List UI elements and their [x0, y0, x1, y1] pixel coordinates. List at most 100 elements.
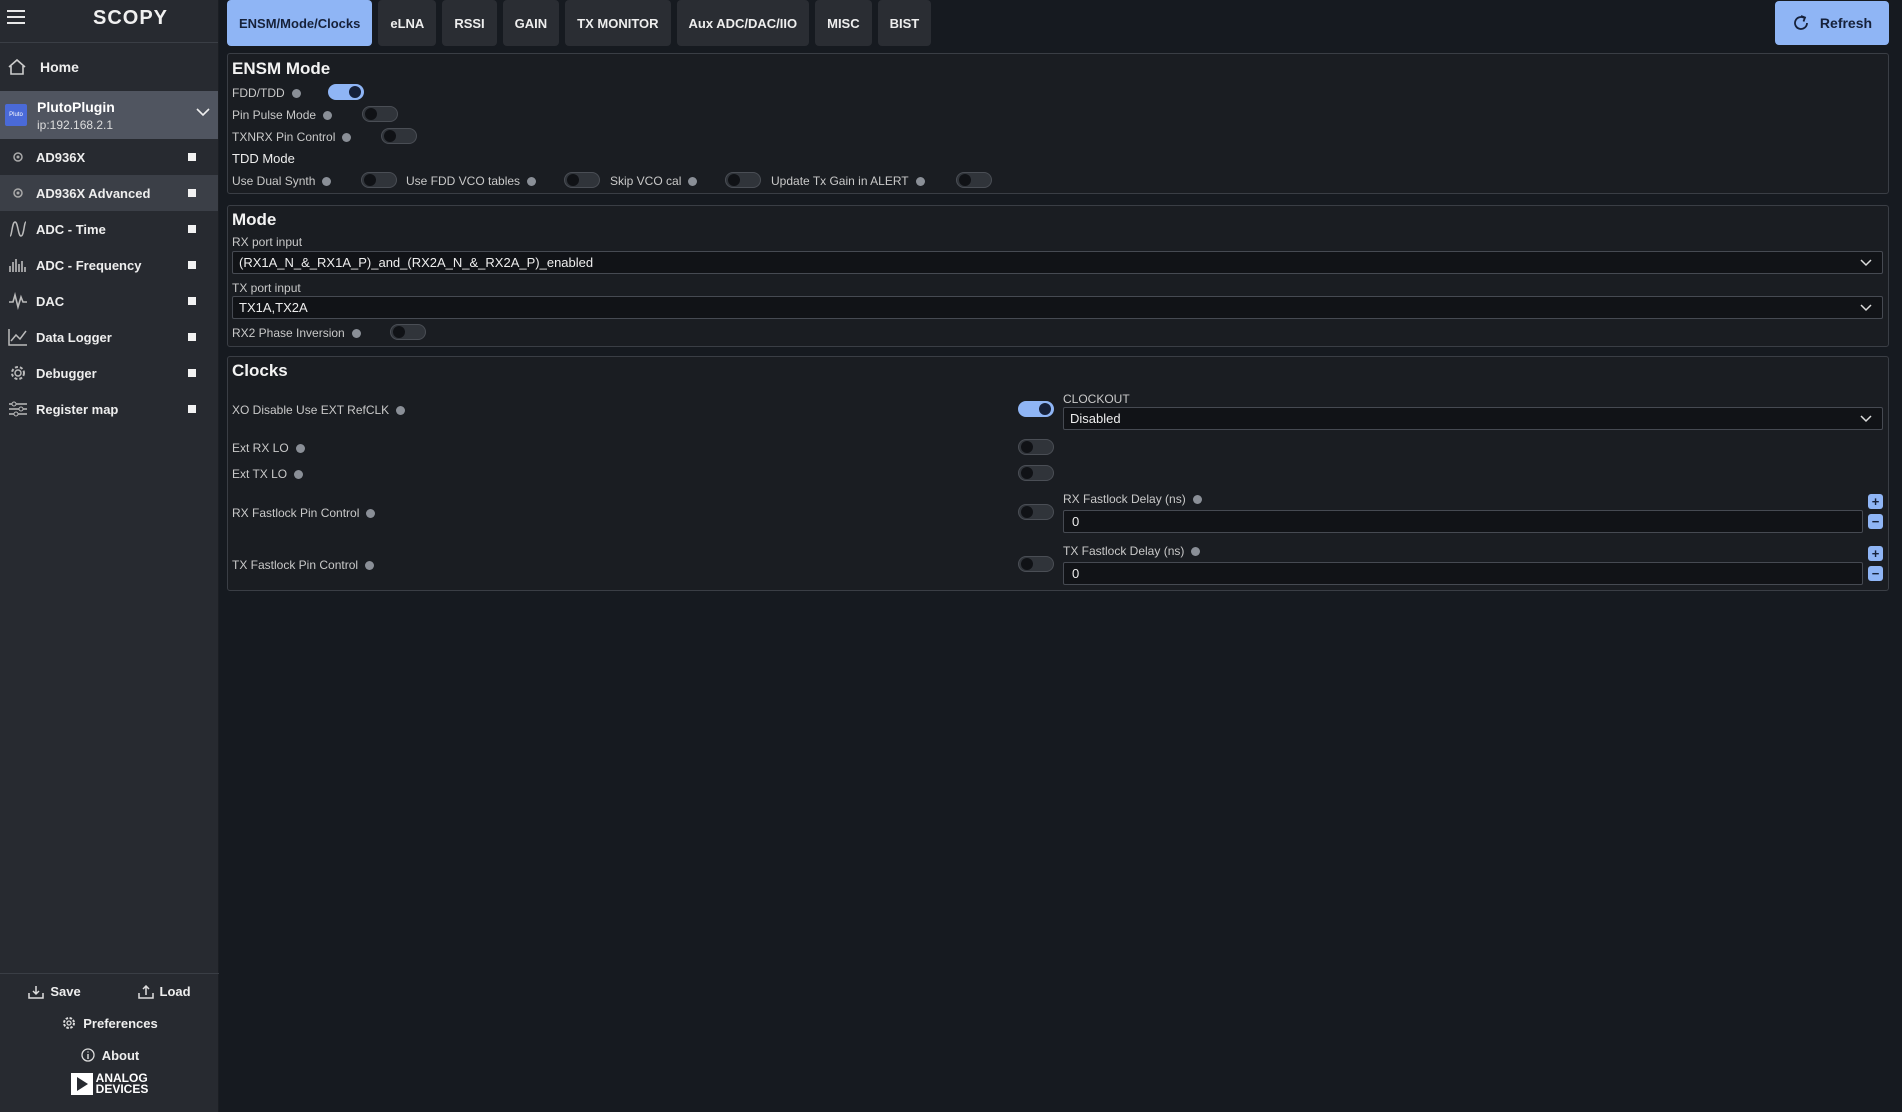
fdd-vco-toggle[interactable]	[564, 172, 600, 188]
chevron-down-icon[interactable]	[196, 107, 210, 117]
rx-port-label: RX port input	[232, 235, 303, 249]
rx-port-value: (RX1A_N_&_RX1A_P)_and_(RX2A_N_&_RX2A_P)_…	[239, 255, 594, 270]
tab-bist[interactable]: BIST	[877, 0, 932, 46]
analog-devices-logo: ANALOG DEVICES	[0, 1072, 219, 1096]
txnrx-toggle[interactable]	[381, 128, 417, 144]
sidebar-item-register-map[interactable]: Register map	[0, 391, 218, 427]
tab-elna[interactable]: eLNA	[378, 0, 437, 46]
gear-icon	[0, 186, 36, 200]
refresh-label: Refresh	[1819, 15, 1873, 31]
rx-fastlock-decrement-button[interactable]: −	[1868, 514, 1883, 529]
load-label: Load	[159, 984, 191, 999]
sidebar-item-label: Home	[40, 59, 79, 75]
sidebar-item-label: DAC	[36, 293, 65, 309]
tx-port-select[interactable]: TX1A,TX2A	[232, 296, 1883, 319]
sidebar-item-adc-time[interactable]: ADC - Time	[0, 211, 218, 247]
tx-port-value: TX1A,TX2A	[239, 300, 308, 315]
sidebar-plugin-pluto[interactable]: Pluto PlutoPlugin ip:192.168.2.1	[0, 91, 218, 139]
sidebar-item-ad936x-advanced[interactable]: AD936X Advanced	[0, 175, 218, 211]
status-square-icon	[188, 369, 196, 377]
app-logo: SCOPY	[93, 7, 169, 29]
sidebar-header: SCOPY	[0, 0, 218, 43]
sidebar-item-debugger[interactable]: Debugger	[0, 355, 218, 391]
update-tx-gain-toggle[interactable]	[956, 172, 992, 188]
chevron-down-icon	[1860, 259, 1872, 267]
info-icon	[295, 443, 305, 453]
rx-fastlock-label: RX Fastlock Pin Control	[232, 506, 376, 520]
tab-misc[interactable]: MISC	[815, 0, 872, 46]
ext-rx-lo-toggle[interactable]	[1018, 439, 1054, 455]
tx-fastlock-label: TX Fastlock Pin Control	[232, 558, 375, 572]
plugin-name: PlutoPlugin	[37, 98, 115, 115]
rx-port-select[interactable]: (RX1A_N_&_RX1A_P)_and_(RX2A_N_&_RX2A_P)_…	[232, 251, 1883, 274]
status-square-icon	[188, 153, 196, 161]
save-label: Save	[50, 984, 81, 999]
clockout-label: CLOCKOUT	[1063, 392, 1130, 406]
sidebar-item-label: AD936X Advanced	[36, 185, 151, 201]
gear-icon	[0, 150, 36, 164]
sidebar-item-dac[interactable]: DAC	[0, 283, 218, 319]
pin-pulse-toggle[interactable]	[362, 106, 398, 122]
company-line-2: DEVICES	[95, 1082, 149, 1096]
xo-disable-toggle[interactable]	[1018, 401, 1054, 417]
tab-rssi[interactable]: RSSI	[442, 0, 497, 46]
skip-vco-toggle[interactable]	[725, 172, 761, 188]
info-icon	[81, 1048, 95, 1062]
rx-fastlock-increment-button[interactable]: +	[1868, 494, 1883, 509]
mode-section: Mode RX port input (RX1A_N_&_RX1A_P)_and…	[227, 205, 1889, 347]
rx2-phase-toggle[interactable]	[390, 324, 426, 340]
tx-fastlock-increment-button[interactable]: +	[1868, 546, 1883, 561]
sidebar-item-label: ADC - Frequency	[36, 257, 142, 273]
info-icon	[351, 328, 361, 338]
info-icon	[527, 176, 537, 186]
sidebar-footer: Save Load Preferences About ANALOG DEVICE…	[0, 973, 219, 1112]
preferences-button[interactable]: Preferences	[61, 1015, 158, 1031]
chevron-down-icon	[1860, 304, 1872, 312]
dual-synth-toggle[interactable]	[361, 172, 397, 188]
signal-icon	[0, 292, 36, 310]
rx-fastlock-toggle[interactable]	[1018, 504, 1054, 520]
clocks-section: Clocks XO Disable Use EXT RefCLK CLOCKOU…	[227, 356, 1889, 591]
ext-tx-lo-label: Ext TX LO	[232, 467, 304, 481]
status-square-icon	[188, 405, 196, 413]
sliders-icon	[0, 400, 36, 418]
status-square-icon	[188, 261, 196, 269]
about-label: About	[101, 1047, 140, 1063]
sidebar: SCOPY Home Pluto PlutoPlugin ip:192.168.…	[0, 0, 219, 1112]
ext-tx-lo-toggle[interactable]	[1018, 465, 1054, 481]
fdd-tdd-toggle[interactable]	[328, 84, 364, 100]
chart-icon	[0, 327, 36, 347]
sidebar-item-home[interactable]: Home	[0, 43, 218, 91]
status-square-icon	[188, 225, 196, 233]
rx2-phase-label: RX2 Phase Inversion	[232, 326, 361, 340]
sidebar-item-adc-frequency[interactable]: ADC - Frequency	[0, 247, 218, 283]
tx-fastlock-decrement-button[interactable]: −	[1868, 566, 1883, 581]
status-square-icon	[188, 297, 196, 305]
fdd-tdd-label: FDD/TDD	[232, 86, 301, 100]
pluto-device-icon: Pluto	[5, 104, 27, 126]
menu-icon[interactable]	[7, 10, 25, 24]
load-button[interactable]: Load	[137, 984, 191, 999]
adi-triangle-icon	[70, 1073, 93, 1095]
tx-fastlock-toggle[interactable]	[1018, 556, 1054, 572]
about-button[interactable]: About	[80, 1047, 140, 1063]
sidebar-item-data-logger[interactable]: Data Logger	[0, 319, 218, 355]
save-button[interactable]: Save	[28, 984, 81, 999]
ext-rx-lo-label: Ext RX LO	[232, 441, 305, 455]
tab-ensm-mode-clocks[interactable]: ENSM/Mode/Clocks	[227, 0, 373, 46]
preferences-label: Preferences	[83, 1015, 158, 1031]
load-icon	[137, 984, 154, 999]
status-square-icon	[188, 333, 196, 341]
tab-aux-adc-dac-iio[interactable]: Aux ADC/DAC/IIO	[676, 0, 810, 46]
refresh-icon	[1794, 15, 1808, 30]
clockout-select[interactable]: Disabled	[1063, 407, 1883, 430]
refresh-button[interactable]: Refresh	[1775, 1, 1889, 45]
tx-fastlock-delay-input[interactable]: 0	[1063, 562, 1863, 585]
tab-tx-monitor[interactable]: TX MONITOR	[565, 0, 671, 46]
update-tx-gain-label: Update Tx Gain in ALERT	[771, 174, 925, 188]
chevron-down-icon	[1860, 415, 1872, 423]
rx-fastlock-delay-input[interactable]: 0	[1063, 510, 1863, 533]
tab-gain[interactable]: GAIN	[502, 0, 560, 46]
sidebar-item-ad936x[interactable]: AD936X	[0, 139, 218, 175]
info-icon	[396, 405, 406, 415]
